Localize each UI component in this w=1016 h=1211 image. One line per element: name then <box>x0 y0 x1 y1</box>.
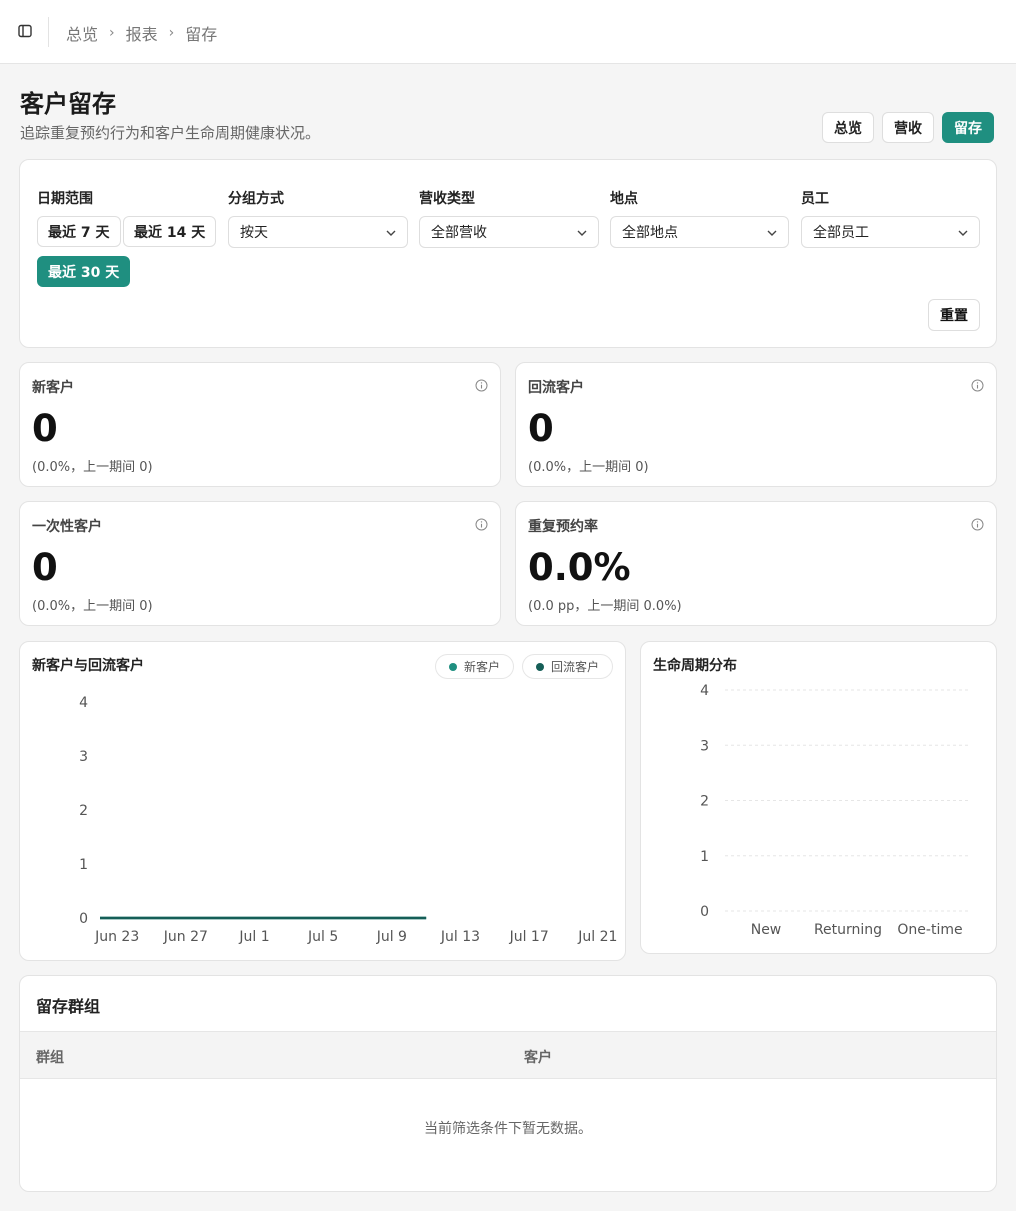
metric-card-new-customers: 新客户 0 (0.0%，上一期间 0) <box>19 362 501 487</box>
revenue-type-filter: 营收类型 <box>419 188 475 218</box>
info-icon[interactable] <box>971 518 984 531</box>
metric-value: 0 <box>528 407 554 450</box>
y-tick-label: 2 <box>79 803 88 819</box>
y-tick-label: 4 <box>79 695 88 711</box>
info-icon[interactable] <box>475 379 488 392</box>
date-range-30-days-button[interactable]: 最近 30 天 <box>37 256 131 287</box>
reset-button[interactable]: 重置 <box>928 299 980 331</box>
lifecycle-distribution-chart-card: 生命周期分布 0 1 2 3 4 New Returning One-time <box>640 641 997 954</box>
x-tick-label: Returning <box>814 922 882 938</box>
metric-card-repeat-booking-rate: 重复预约率 0.0% (0.0 pp，上一期间 0.0%) <box>515 501 997 626</box>
group-by-label: 分组方式 <box>228 191 284 207</box>
metric-label: 一次性客户 <box>32 519 102 535</box>
metric-label: 重复预约率 <box>528 519 598 535</box>
metric-comparison: (0.0 pp，上一期间 0.0%) <box>528 599 682 614</box>
retention-cohorts-table: 留存群组 群组 客户 当前筛选条件下暂无数据。 <box>19 975 997 1192</box>
breadcrumb-item-overview[interactable]: 总览 <box>66 21 98 45</box>
y-tick-label: 2 <box>700 794 709 810</box>
column-header-customers[interactable]: 客户 <box>524 1047 552 1067</box>
y-tick-label: 0 <box>700 904 709 920</box>
breadcrumb-separator-icon: › <box>109 25 115 41</box>
date-range-14-days-button[interactable]: 最近 14 天 <box>123 216 217 247</box>
date-range-label: 日期范围 <box>37 191 93 207</box>
line-chart: 0 1 2 3 4 Jun 23 Jun 27 Jul 1 Jul 5 Jul 9 Jul 13 Ju… <box>79 695 617 945</box>
metric-comparison: (0.0%，上一期间 0) <box>528 460 649 475</box>
metric-value: 0 <box>32 407 58 450</box>
empty-state-message: 当前筛选条件下暂无数据。 <box>424 1121 592 1137</box>
location-filter: 地点 <box>610 188 638 218</box>
breadcrumb-item-reports[interactable]: 报表 <box>126 21 158 45</box>
report-tabs: 总览 营收 留存 <box>822 112 994 143</box>
x-tick-label: Jul 1 <box>238 929 269 945</box>
revenue-type-value: 全部营收 <box>431 225 487 241</box>
date-range-filter: 日期范围 <box>37 188 93 218</box>
chevron-down-icon <box>767 230 777 236</box>
y-tick-label: 0 <box>79 911 88 927</box>
table-title: 留存群组 <box>36 997 101 1016</box>
x-tick-label: Jul 13 <box>440 929 480 945</box>
chevron-down-icon <box>386 230 396 236</box>
y-tick-label: 3 <box>79 749 88 765</box>
table-header: 群组 客户 <box>20 1031 996 1079</box>
group-by-value: 按天 <box>240 225 268 241</box>
staff-value: 全部员工 <box>813 225 869 241</box>
tab-overview[interactable]: 总览 <box>822 112 874 143</box>
tab-revenue[interactable]: 营收 <box>882 112 934 143</box>
tab-retention[interactable]: 留存 <box>942 112 994 143</box>
group-by-filter: 分组方式 <box>228 188 284 218</box>
x-tick-label: Jul 17 <box>509 929 549 945</box>
staff-select[interactable]: 全部员工 <box>801 216 980 248</box>
staff-filter: 员工 <box>801 188 829 218</box>
topbar-divider <box>48 17 49 47</box>
sidebar-toggle-icon[interactable] <box>18 24 32 38</box>
location-value: 全部地点 <box>622 225 678 241</box>
breadcrumb-separator-icon: › <box>168 25 175 41</box>
metric-label: 回流客户 <box>528 380 584 396</box>
x-tick-label: New <box>751 922 782 938</box>
x-tick-label: Jul 9 <box>376 929 407 945</box>
x-tick-label: Jul 21 <box>577 929 617 945</box>
metric-card-returning-customers: 回流客户 0 (0.0%，上一期间 0) <box>515 362 997 487</box>
chevron-down-icon <box>958 230 968 236</box>
y-tick-label: 3 <box>700 738 709 754</box>
metric-comparison: (0.0%，上一期间 0) <box>32 460 153 475</box>
x-tick-label: Jun 23 <box>94 929 139 945</box>
metric-card-one-time-customers: 一次性客户 0 (0.0%，上一期间 0) <box>19 501 501 626</box>
y-tick-label: 1 <box>700 849 709 865</box>
date-range-7-days-button[interactable]: 最近 7 天 <box>37 216 121 247</box>
x-tick-label: Jul 5 <box>307 929 338 945</box>
top-bar: 总览 › 报表 › 留存 <box>0 0 1016 64</box>
revenue-type-label: 营收类型 <box>419 191 475 207</box>
group-by-select[interactable]: 按天 <box>228 216 408 248</box>
page-subtitle: 追踪重复预约行为和客户生命周期健康状况。 <box>20 124 321 142</box>
staff-label: 员工 <box>801 191 829 207</box>
metric-value: 0 <box>32 546 58 589</box>
new-vs-returning-chart-card: 新客户与回流客户 新客户 回流客户 0 1 2 3 4 Jun 23 Jun 27 Jul 1… <box>19 641 626 961</box>
metric-comparison: (0.0%，上一期间 0) <box>32 599 153 614</box>
metric-label: 新客户 <box>32 380 74 396</box>
metric-value: 0.0% <box>528 546 631 589</box>
filter-panel: 日期范围 最近 7 天 最近 14 天 最近 30 天 分组方式 按天 营收类型… <box>19 159 997 348</box>
x-tick-label: One-time <box>897 922 962 938</box>
location-select[interactable]: 全部地点 <box>610 216 789 248</box>
breadcrumb-item-retention: 留存 <box>185 25 218 44</box>
y-tick-label: 1 <box>79 857 88 873</box>
info-icon[interactable] <box>971 379 984 392</box>
info-icon[interactable] <box>475 518 488 531</box>
page-title: 客户留存 <box>20 90 116 118</box>
column-header-cohort[interactable]: 群组 <box>36 1047 64 1067</box>
x-tick-label: Jun 27 <box>163 929 208 945</box>
revenue-type-select[interactable]: 全部营收 <box>419 216 599 248</box>
bar-chart: 0 1 2 3 4 New Returning One-time <box>700 683 971 938</box>
breadcrumb: 总览 › 报表 › 留存 <box>66 21 217 45</box>
y-tick-label: 4 <box>700 683 709 699</box>
chevron-down-icon <box>577 230 587 236</box>
location-label: 地点 <box>610 191 638 207</box>
